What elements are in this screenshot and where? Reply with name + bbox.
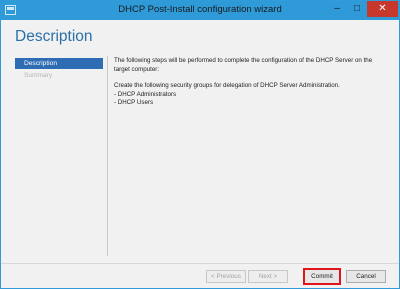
close-button[interactable]: ✕: [367, 1, 398, 17]
nav-divider: [107, 56, 108, 256]
nav-item-summary: Summary: [24, 72, 53, 79]
nav-item-description[interactable]: Description: [15, 58, 103, 69]
list-item: - DHCP Users: [114, 99, 154, 106]
wizard-window: DHCP Post-Install configuration wizard –…: [0, 0, 400, 289]
title-bar[interactable]: DHCP Post-Install configuration wizard –…: [1, 1, 399, 20]
footer: < Previous Next > Commit Cancel: [1, 264, 399, 288]
intro-text: The following steps will be performed to…: [114, 57, 373, 73]
minimize-button[interactable]: –: [327, 1, 347, 17]
security-group-list: - DHCP Administrators - DHCP Users: [114, 91, 384, 108]
maximize-button[interactable]: □: [347, 1, 367, 17]
cancel-button[interactable]: Cancel: [346, 270, 386, 283]
list-item: - DHCP Administrators: [114, 90, 177, 98]
wizard-nav: Description Summary: [15, 58, 103, 82]
page-title: Description: [15, 28, 93, 45]
next-button[interactable]: Next >: [248, 270, 288, 283]
description-content: The following steps will be performed to…: [114, 57, 384, 108]
commit-button[interactable]: Commit: [303, 268, 341, 285]
groups-intro-text: Create the following security groups for…: [114, 82, 340, 89]
previous-button[interactable]: < Previous: [206, 270, 246, 283]
